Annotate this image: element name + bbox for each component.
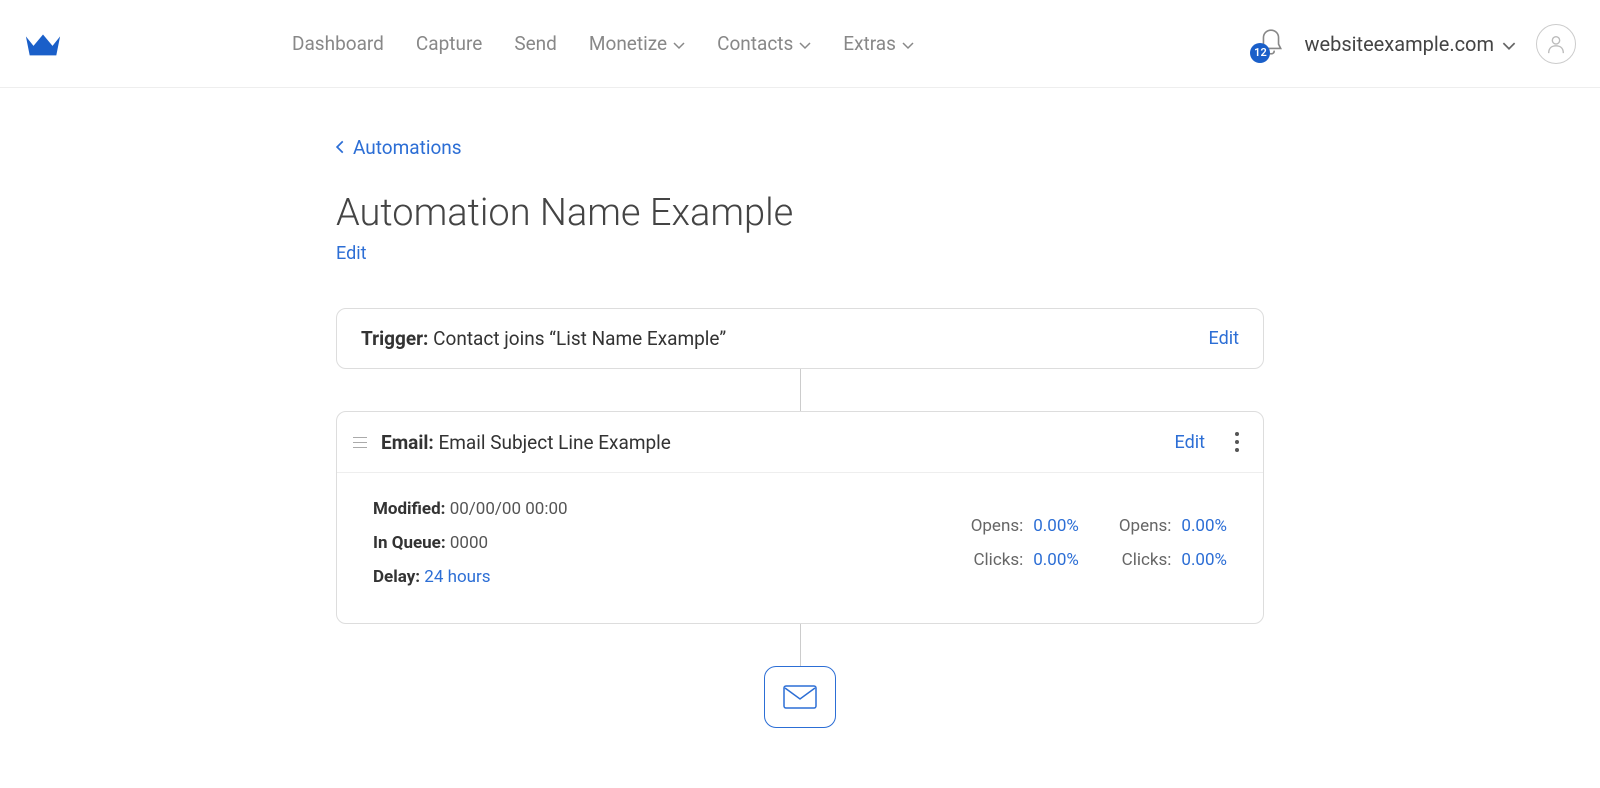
envelope-icon — [783, 685, 817, 709]
user-avatar[interactable] — [1536, 24, 1576, 64]
opens-row: Opens: 0.00% — [971, 516, 1079, 536]
connector-line — [800, 369, 801, 411]
nav-capture[interactable]: Capture — [416, 32, 482, 55]
chevron-left-icon — [336, 136, 345, 159]
email-card-header: Email: Email Subject Line Example Edit — [337, 412, 1263, 473]
main-content: Automations Automation Name Example Edit… — [336, 88, 1264, 788]
notification-count-badge: 12 — [1250, 43, 1270, 63]
trigger-label: Trigger: Contact joins “List Name Exampl… — [361, 327, 726, 350]
clicks-row: Clicks: 0.00% — [971, 550, 1079, 570]
edit-trigger-link[interactable]: Edit — [1209, 328, 1239, 349]
domain-selector[interactable]: websiteexample.com — [1304, 32, 1516, 56]
clicks-row-2: Clicks: 0.00% — [1119, 550, 1227, 570]
opens-value-link[interactable]: 0.00% — [1033, 516, 1079, 536]
email-step-card: Email: Email Subject Line Example Edit M… — [336, 411, 1264, 624]
opens-value-link[interactable]: 0.00% — [1181, 516, 1227, 536]
trigger-prefix: Trigger: — [361, 327, 428, 350]
stats-block: Opens: 0.00% Clicks: 0.00% Opens: 0.00% … — [971, 499, 1227, 587]
clicks-label: Clicks: — [973, 550, 1023, 570]
nav-label: Monetize — [589, 32, 667, 55]
chevron-down-icon — [799, 32, 811, 55]
clicks-value-link[interactable]: 0.00% — [1033, 550, 1079, 570]
delay-row: Delay: 24 hours — [373, 567, 568, 587]
trigger-text: Contact joins “List Name Example” — [433, 327, 726, 350]
top-header: Dashboard Capture Send Monetize Contacts… — [0, 0, 1600, 88]
nav-dashboard[interactable]: Dashboard — [292, 32, 384, 55]
opens-label: Opens: — [971, 516, 1024, 536]
drag-handle-icon[interactable] — [353, 437, 367, 448]
opens-label: Opens: — [1119, 516, 1172, 536]
nav-label: Send — [514, 32, 557, 55]
nav-label: Capture — [416, 32, 482, 55]
chevron-down-icon — [673, 32, 685, 55]
more-options-icon[interactable] — [1231, 428, 1243, 456]
queue-row: In Queue: 0000 — [373, 533, 568, 553]
breadcrumb-label: Automations — [353, 136, 462, 159]
opens-row-2: Opens: 0.00% — [1119, 516, 1227, 536]
email-subject: Email Subject Line Example — [438, 431, 670, 454]
main-nav: Dashboard Capture Send Monetize Contacts… — [292, 32, 914, 55]
breadcrumb-automations[interactable]: Automations — [336, 136, 1264, 159]
crown-logo-icon[interactable] — [24, 30, 62, 58]
chevron-down-icon — [1502, 32, 1516, 56]
stats-col-2: Opens: 0.00% Clicks: 0.00% — [1119, 516, 1227, 570]
edit-name-link[interactable]: Edit — [336, 243, 366, 264]
modified-value: 00/00/00 00:00 — [450, 499, 568, 519]
notifications-button[interactable]: 12 — [1258, 28, 1284, 60]
nav-monetize[interactable]: Monetize — [589, 32, 685, 55]
trigger-card: Trigger: Contact joins “List Name Exampl… — [336, 308, 1264, 369]
clicks-label: Clicks: — [1122, 550, 1172, 570]
stats-col-1: Opens: 0.00% Clicks: 0.00% — [971, 516, 1079, 570]
queue-value: 0000 — [450, 533, 488, 553]
connector-line — [800, 624, 801, 666]
modified-label: Modified: — [373, 499, 445, 519]
email-prefix: Email: — [381, 431, 434, 454]
nav-send[interactable]: Send — [514, 32, 557, 55]
email-card-body: Modified: 00/00/00 00:00 In Queue: 0000 … — [337, 473, 1263, 623]
chevron-down-icon — [902, 32, 914, 55]
add-email-button[interactable] — [764, 666, 836, 728]
nav-label: Extras — [843, 32, 896, 55]
modified-row: Modified: 00/00/00 00:00 — [373, 499, 568, 519]
queue-label: In Queue: — [373, 533, 446, 553]
nav-extras[interactable]: Extras — [843, 32, 914, 55]
delay-value-link[interactable]: 24 hours — [424, 567, 490, 587]
nav-contacts[interactable]: Contacts — [717, 32, 811, 55]
header-right: 12 websiteexample.com — [1258, 24, 1576, 64]
domain-label: websiteexample.com — [1304, 32, 1494, 56]
person-icon — [1545, 33, 1567, 55]
nav-label: Dashboard — [292, 32, 384, 55]
edit-email-link[interactable]: Edit — [1175, 432, 1205, 453]
meta-list: Modified: 00/00/00 00:00 In Queue: 0000 … — [373, 499, 568, 587]
nav-label: Contacts — [717, 32, 793, 55]
email-label: Email: Email Subject Line Example — [381, 431, 1161, 454]
clicks-value-link[interactable]: 0.00% — [1181, 550, 1227, 570]
page-title: Automation Name Example — [336, 191, 1264, 235]
delay-label: Delay: — [373, 567, 420, 587]
